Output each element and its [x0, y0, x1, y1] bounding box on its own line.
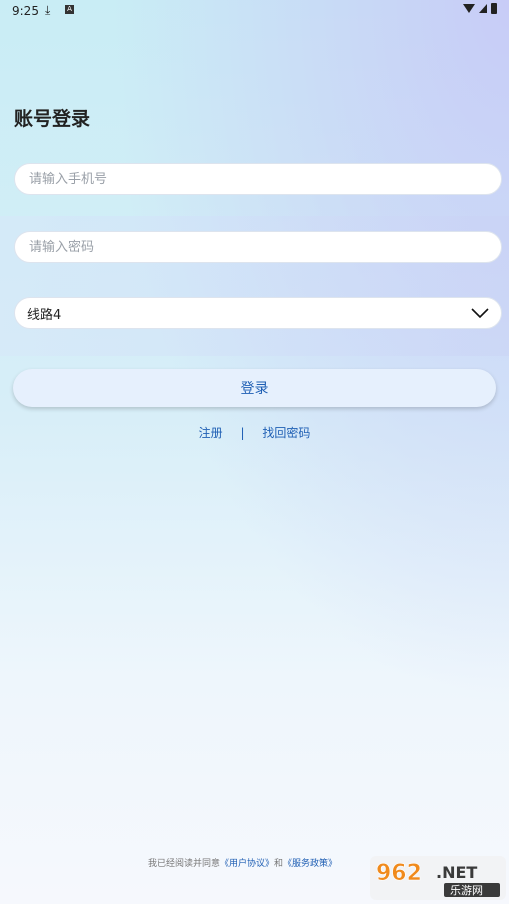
signal-icon: [479, 4, 487, 13]
register-link[interactable]: 注册: [199, 424, 223, 441]
chevron-down-icon: [471, 308, 489, 318]
status-right-icons: [463, 3, 497, 14]
wifi-icon: [463, 4, 475, 13]
link-separator: |: [240, 426, 245, 440]
auth-links: 注册 | 找回密码: [0, 424, 509, 441]
password-input[interactable]: [27, 238, 489, 256]
line-select[interactable]: 线路4: [14, 297, 502, 329]
status-time: 9:25: [12, 4, 39, 18]
battery-icon: [491, 3, 497, 14]
svg-text:.NET: .NET: [436, 863, 477, 882]
user-agreement-link[interactable]: 《用户协议》: [220, 859, 274, 869]
phone-input[interactable]: [27, 170, 489, 188]
watermark-logo: 962 .NET 乐游网: [370, 856, 506, 900]
phone-field[interactable]: [14, 163, 502, 195]
agreement-prefix: 我已经阅读并同意: [148, 859, 221, 869]
status-bar: 9:25 ⤓ A: [0, 0, 509, 22]
login-button[interactable]: 登录: [13, 369, 496, 407]
page-title: 账号登录: [14, 108, 91, 130]
app-notification-icon: A: [65, 5, 74, 14]
password-field[interactable]: [14, 231, 502, 263]
svg-text:962: 962: [376, 861, 422, 886]
agreement-text: 我已经阅读并同意《用户协议》和《服务政策》: [148, 856, 337, 869]
svg-text:乐游网: 乐游网: [450, 884, 483, 897]
agreement-and: 和: [274, 859, 284, 869]
service-policy-link[interactable]: 《服务政策》: [283, 859, 337, 869]
forgot-password-link[interactable]: 找回密码: [262, 424, 310, 441]
download-icon: ⤓: [45, 3, 51, 17]
line-select-value: 线路4: [27, 307, 62, 323]
watermark-logo-graphic: 962 .NET 乐游网: [370, 856, 506, 900]
